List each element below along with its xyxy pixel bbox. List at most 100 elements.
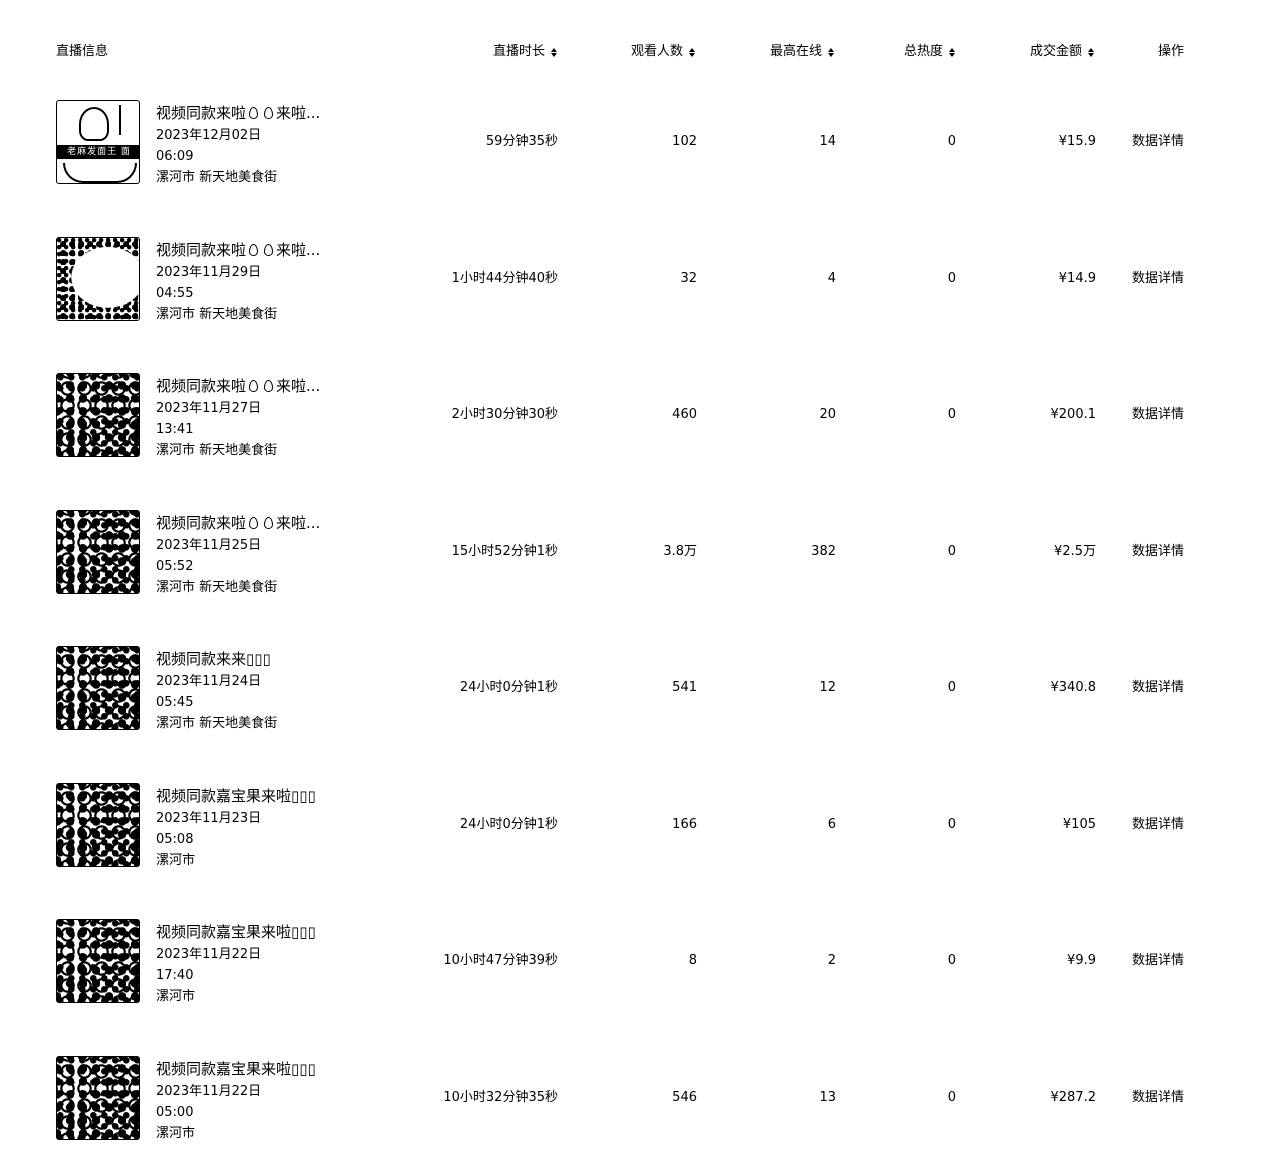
fire-icon [264,244,274,256]
viewers-cell: 3.8万 [663,544,697,559]
gmv-cell: ¥340.8 [1050,680,1097,695]
live-cover-thumbnail[interactable] [56,510,140,594]
live-date: 2023年11月24日 [156,674,262,689]
live-location: 漯河市 [156,989,196,1004]
live-cover-thumbnail[interactable] [56,919,140,1003]
live-records-table: 直播信息 直播时长 观看人数 最高在线 总热度 成交金额 操作 老麻发面王 面视… [0,0,1262,1154]
heat-cell: 0 [947,544,956,559]
live-date: 2023年11月23日 [156,811,262,826]
live-cover-thumbnail[interactable] [56,646,140,730]
header-duration-label: 直播时长 [492,44,545,59]
header-gmv[interactable]: 成交金额 [960,42,1094,62]
table-row: 视频同款来啦 来啦... 2023年11月29日 04:55 漯河市 新天地美食街 1小时… [0,211,1262,347]
poster-caption: 老麻发面王 面 [57,145,139,159]
live-title-text: 视频同款嘉宝果来啦▯▯▯ [156,1060,316,1078]
live-cover-thumbnail[interactable] [56,783,140,867]
heat-cell: 0 [947,817,956,832]
header-peak[interactable]: 最高在线 [700,42,834,62]
fire-icon [264,107,274,119]
live-location: 漯河市 新天地美食街 [156,307,278,322]
sort-icon[interactable] [689,47,695,57]
duration-cell: 2小时30分钟30秒 [451,407,558,422]
heat-cell: 0 [947,407,956,422]
header-viewers[interactable]: 观看人数 [560,42,695,62]
live-cover-thumbnail[interactable]: 老麻发面王 面 [56,100,140,184]
fire-icon [264,517,274,529]
sort-icon[interactable] [828,47,834,57]
data-detail-link[interactable]: 数据详情 [1100,815,1184,835]
sort-icon[interactable] [551,47,557,57]
live-date: 2023年11月27日 [156,401,262,416]
fire-icon [264,380,274,392]
live-date: 2023年11月29日 [156,265,262,280]
table-row: 视频同款嘉宝果来啦▯▯▯ 2023年11月22日 05:00 漯河市 10小时32分钟3… [0,1030,1262,1166]
live-date: 2023年11月25日 [156,538,262,553]
table-row: 视频同款来来▯▯▯ 2023年11月24日 05:45 漯河市 新天地美食街 24小时0… [0,620,1262,756]
viewers-cell: 8 [688,953,697,968]
data-detail-link[interactable]: 数据详情 [1100,542,1184,562]
live-title-text: 视频同款嘉宝果来啦▯▯▯ [156,923,316,941]
data-detail-link[interactable]: 数据详情 [1100,269,1184,289]
live-date: 2023年11月22日 [156,1084,262,1099]
live-location: 漯河市 新天地美食街 [156,170,278,185]
heat-cell: 0 [947,134,956,149]
viewers-cell: 166 [672,817,697,832]
data-detail-link[interactable]: 数据详情 [1100,132,1184,152]
live-time: 04:55 [156,286,194,301]
peak-cell: 13 [819,1090,836,1105]
live-title[interactable]: 视频同款嘉宝果来啦▯▯▯ [156,922,316,942]
live-title-text: 视频同款来啦 [156,514,247,532]
poster-bowl [63,163,137,183]
live-date: 2023年11月22日 [156,947,262,962]
table-row: 视频同款来啦 来啦... 2023年11月27日 13:41 漯河市 新天地美食街 2小时… [0,347,1262,483]
duration-cell: 24小时0分钟1秒 [459,817,558,832]
data-detail-link[interactable]: 数据详情 [1100,405,1184,425]
live-title[interactable]: 视频同款来啦 来啦... [156,240,320,260]
live-cover-thumbnail[interactable] [56,373,140,457]
peak-cell: 2 [827,953,836,968]
live-title[interactable]: 视频同款来啦 来啦... [156,376,320,396]
live-title[interactable]: 视频同款嘉宝果来啦▯▯▯ [156,786,316,806]
header-peak-label: 最高在线 [769,44,822,59]
header-duration[interactable]: 直播时长 [400,42,557,62]
table-row: 视频同款嘉宝果来啦▯▯▯ 2023年11月22日 17:40 漯河市 10小时47分钟3… [0,893,1262,1029]
gmv-cell: ¥2.5万 [1054,544,1096,559]
live-title-text: 视频同款嘉宝果来啦▯▯▯ [156,787,316,805]
data-detail-link[interactable]: 数据详情 [1100,1088,1184,1108]
live-title-suffix: 来啦... [276,514,321,532]
live-time: 17:40 [156,968,194,983]
live-time: 06:09 [156,149,194,164]
fire-icon [249,107,259,119]
viewers-cell: 546 [672,1090,697,1105]
header-info-label: 直播信息 [56,44,109,59]
table-row: 视频同款嘉宝果来啦▯▯▯ 2023年11月23日 05:08 漯河市 24小时0分钟1秒… [0,757,1262,893]
header-ops-label: 操作 [1157,44,1184,59]
live-title[interactable]: 视频同款来啦 来啦... [156,513,320,533]
duration-cell: 24小时0分钟1秒 [459,680,558,695]
live-time: 05:00 [156,1105,194,1120]
live-title[interactable]: 视频同款来啦 来啦... [156,103,320,123]
gmv-cell: ¥15.9 [1058,134,1096,149]
sort-icon[interactable] [1088,47,1094,57]
live-cover-thumbnail[interactable] [56,1056,140,1140]
header-ops: 操作 [1100,42,1184,62]
live-title[interactable]: 视频同款嘉宝果来啦▯▯▯ [156,1059,316,1079]
viewers-cell: 102 [672,134,697,149]
header-heat[interactable]: 总热度 [840,42,955,62]
live-title-suffix: 来啦... [276,104,321,122]
gmv-cell: ¥287.2 [1050,1090,1097,1105]
data-detail-link[interactable]: 数据详情 [1100,678,1184,698]
gmv-cell: ¥200.1 [1050,407,1097,422]
live-title-text: 视频同款来啦 [156,241,247,259]
poster-figure [79,107,109,141]
sort-icon[interactable] [949,47,955,57]
data-detail-link[interactable]: 数据详情 [1100,951,1184,971]
gmv-cell: ¥9.9 [1067,953,1096,968]
live-title-text: 视频同款来啦 [156,377,247,395]
live-title[interactable]: 视频同款来来▯▯▯ [156,649,271,669]
live-cover-thumbnail[interactable] [56,237,140,321]
duration-cell: 1小时44分钟40秒 [451,271,558,286]
table-row: 老麻发面王 面 视频同款来啦 来啦... 2023年12月02日 06:09 漯河市 新天… [0,74,1262,210]
live-location: 漯河市 新天地美食街 [156,716,278,731]
peak-cell: 382 [811,544,836,559]
